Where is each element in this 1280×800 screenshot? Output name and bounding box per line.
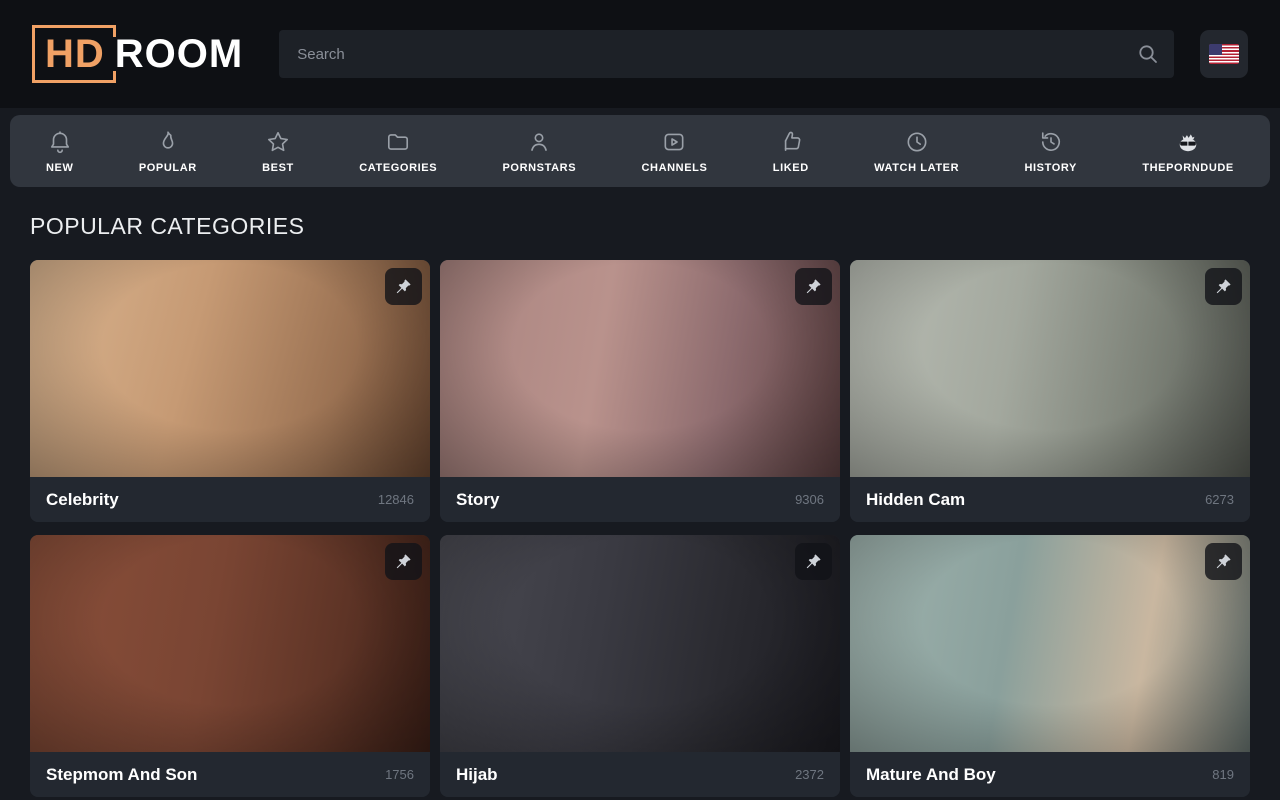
category-thumbnail[interactable] [850,260,1250,477]
category-count: 9306 [795,492,824,507]
category-title: Hijab [456,765,498,785]
category-card-mature-and-boy[interactable]: Mature And Boy 819 [850,535,1250,797]
pin-button[interactable] [385,268,422,305]
pin-button[interactable] [385,543,422,580]
person-icon [526,129,552,155]
search-input[interactable] [279,30,1174,78]
category-thumbnail[interactable] [440,535,840,752]
pin-icon [804,552,823,571]
star-icon [265,129,291,155]
nav-item-best[interactable]: BEST [256,125,300,178]
main-navbar: NEW POPULAR BEST CATEGORIES PORNSTARS CH… [10,115,1270,187]
category-title: Hidden Cam [866,490,965,510]
logo-room-text: ROOM [115,34,243,74]
nav-item-watch-later[interactable]: WATCH LATER [868,125,965,178]
nav-item-channels[interactable]: CHANNELS [636,125,714,178]
pin-button[interactable] [1205,268,1242,305]
category-title: Mature And Boy [866,765,996,785]
category-card-celebrity[interactable]: Celebrity 12846 [30,260,430,522]
nav-item-new[interactable]: NEW [40,125,79,178]
pin-icon [394,277,413,296]
nav-label: CATEGORIES [359,162,437,174]
pin-icon [804,277,823,296]
logo-frame: HD [32,25,113,83]
nav-label: THEPORNDUDE [1142,162,1234,174]
category-thumbnail[interactable] [440,260,840,477]
category-count: 2372 [795,767,824,782]
category-count: 6273 [1205,492,1234,507]
category-footer: Hijab 2372 [440,752,840,797]
category-grid: Celebrity 12846 Story 9306 Hidden Ca [0,260,1280,797]
pin-icon [1214,552,1233,571]
category-thumbnail[interactable] [850,535,1250,752]
clock-icon [904,129,930,155]
category-footer: Hidden Cam 6273 [850,477,1250,522]
nav-label: NEW [46,162,73,174]
nav-item-popular[interactable]: POPULAR [133,125,203,178]
search-bar [279,30,1174,78]
nav-item-liked[interactable]: LIKED [767,125,815,178]
category-title: Celebrity [46,490,119,510]
category-footer: Stepmom And Son 1756 [30,752,430,797]
nav-label: HISTORY [1024,162,1077,174]
pin-button[interactable] [795,268,832,305]
theporndude-icon [1175,129,1201,155]
category-count: 12846 [378,492,414,507]
nav-label: POPULAR [139,162,197,174]
language-button[interactable] [1200,30,1248,78]
nav-label: WATCH LATER [874,162,959,174]
history-icon [1038,129,1064,155]
pin-button[interactable] [1205,543,1242,580]
category-thumbnail[interactable] [30,535,430,752]
category-card-story[interactable]: Story 9306 [440,260,840,522]
nav-item-theporndude[interactable]: THEPORNDUDE [1136,125,1240,178]
category-count: 819 [1212,767,1234,782]
thumbs-up-icon [778,129,804,155]
category-card-hidden-cam[interactable]: Hidden Cam 6273 [850,260,1250,522]
nav-item-categories[interactable]: CATEGORIES [353,125,443,178]
nav-label: BEST [262,162,294,174]
folder-icon [385,129,411,155]
page-title: POPULAR CATEGORIES [30,213,1280,240]
bell-icon [47,129,73,155]
nav-label: LIKED [773,162,809,174]
category-count: 1756 [385,767,414,782]
flame-icon [155,129,181,155]
pin-button[interactable] [795,543,832,580]
site-logo[interactable]: HD ROOM [32,25,243,83]
logo-hd-text: HD [45,32,105,76]
category-card-hijab[interactable]: Hijab 2372 [440,535,840,797]
category-thumbnail[interactable] [30,260,430,477]
nav-item-pornstars[interactable]: PORNSTARS [497,125,583,178]
category-footer: Mature And Boy 819 [850,752,1250,797]
play-square-icon [661,129,687,155]
nav-item-history[interactable]: HISTORY [1018,125,1083,178]
us-flag-icon [1209,44,1239,64]
nav-label: CHANNELS [642,162,708,174]
pin-icon [394,552,413,571]
category-card-stepmom-and-son[interactable]: Stepmom And Son 1756 [30,535,430,797]
pin-icon [1214,277,1233,296]
category-title: Story [456,490,499,510]
category-footer: Celebrity 12846 [30,477,430,522]
category-footer: Story 9306 [440,477,840,522]
site-header: HD ROOM [0,0,1280,108]
category-title: Stepmom And Son [46,765,197,785]
search-icon[interactable] [1136,42,1160,66]
nav-label: PORNSTARS [503,162,577,174]
